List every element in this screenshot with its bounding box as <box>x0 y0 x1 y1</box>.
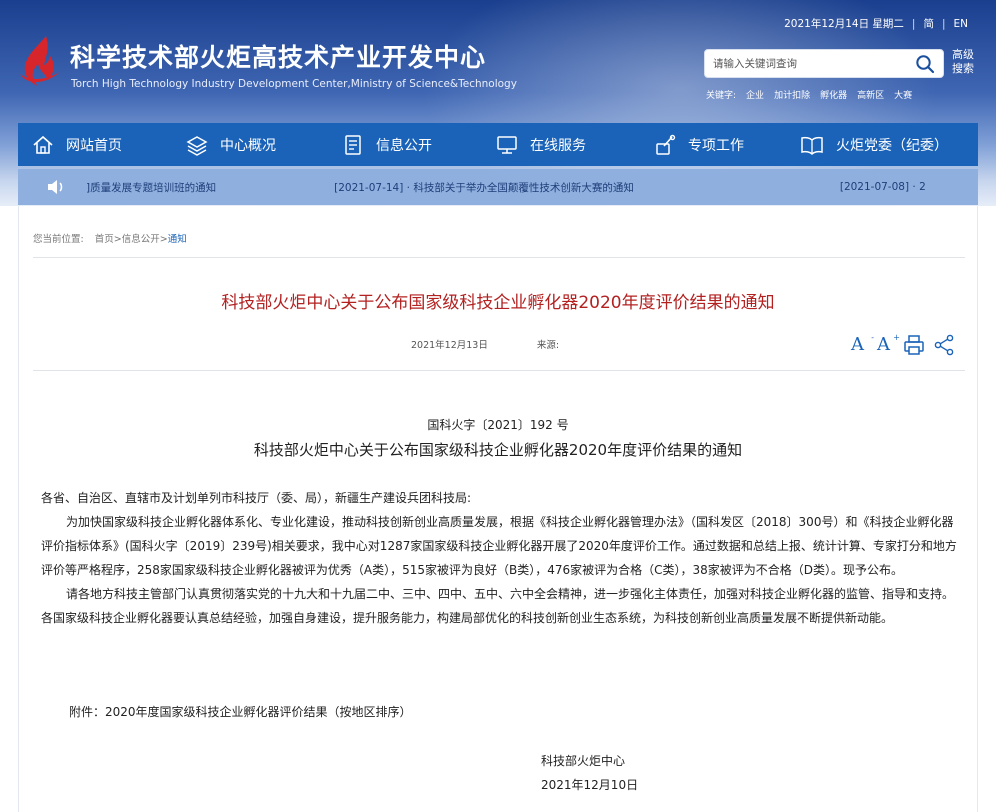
keywords-label: 关键字: <box>706 91 737 101</box>
font-decrease-glyph: A <box>851 334 864 355</box>
keyword-link[interactable]: 加计扣除 <box>774 88 810 101</box>
site-title[interactable]: 科学技术部火炬高技术产业开发中心 <box>70 38 486 74</box>
article-tools: A- A + <box>851 333 955 356</box>
advanced-search-link[interactable]: 高级搜索 <box>952 48 980 76</box>
search-box <box>704 49 944 78</box>
share-icon[interactable] <box>933 334 955 356</box>
tools-icon <box>656 134 676 155</box>
main-nav: 网站首页 中心概况 信息公开 在线服务 专项工作 火炬党委（纪委） <box>18 123 978 166</box>
breadcrumb-current[interactable]: 通知 <box>168 234 187 245</box>
nav-label: 在线服务 <box>530 137 586 154</box>
nav-item-home[interactable]: 网站首页 <box>32 123 122 166</box>
breadcrumb-section[interactable]: 信息公开 <box>122 234 160 245</box>
notice-item[interactable]: [2021-07-14] · 科技部关于举办全国颠覆性技术创新大赛的通知 <box>334 180 634 195</box>
nav-item-special-work[interactable]: 专项工作 <box>654 123 744 166</box>
font-decrease-sup: - <box>871 333 874 342</box>
breadcrumb-separator: > <box>159 234 168 245</box>
document-title: 科技部火炬中心关于公布国家级科技企业孵化器2020年度评价结果的通知 <box>253 441 743 459</box>
source-label: 来源: <box>536 340 560 351</box>
lang-english-link[interactable]: EN <box>954 18 969 30</box>
nav-label: 信息公开 <box>376 137 432 154</box>
lang-simplified-link[interactable]: 简 <box>923 16 934 31</box>
home-icon <box>33 135 53 154</box>
article-title: 科技部火炬中心关于公布国家级科技企业孵化器2020年度评价结果的通知 <box>221 293 775 313</box>
nav-label: 火炬党委（纪委） <box>836 137 948 154</box>
font-increase-glyph: A <box>877 334 890 355</box>
article-body: 各省、自治区、直辖市及计划单列市科技厅（委、局），新疆生产建设兵团科技局: 为加… <box>41 486 959 630</box>
notice-item[interactable]: [2021-07-08] · 2 <box>840 181 926 193</box>
print-icon[interactable] <box>903 334 925 356</box>
search-icon[interactable] <box>915 54 935 74</box>
notice-ticker: ]质量发展专题培训班的通知 [2021-07-14] · 科技部关于举办全国颠覆… <box>18 169 978 205</box>
torch-logo-icon[interactable] <box>16 34 64 90</box>
font-increase-button[interactable]: A + <box>877 333 900 356</box>
nav-label: 网站首页 <box>66 137 122 154</box>
notice-item[interactable]: ]质量发展专题培训班的通知 <box>86 180 216 195</box>
divider <box>33 257 965 258</box>
attachment-link[interactable]: 附件：2020年度国家级科技企业孵化器评价结果（按地区排序） <box>69 703 412 720</box>
document-icon <box>345 134 361 155</box>
keyword-list: 关键字: 企业 加计扣除 孵化器 高新区 大赛 <box>706 88 912 101</box>
keyword-link[interactable]: 企业 <box>746 88 764 101</box>
keyword-link[interactable]: 孵化器 <box>820 88 847 101</box>
divider: | <box>941 17 946 30</box>
signature-date: 2021年12月10日 <box>541 778 639 792</box>
publish-date: 2021年12月13日 <box>411 340 488 351</box>
breadcrumb: 您当前位置: 首页>信息公开>通知 <box>33 231 187 245</box>
current-date: 2021年12月14日 星期二 <box>784 18 904 30</box>
book-icon <box>801 136 823 155</box>
document-number: 国科火字〔2021〕192 号 <box>427 418 569 432</box>
paragraph: 为加快国家级科技企业孵化器体系化、专业化建设，推动科技创新创业高质量发展，根据《… <box>41 515 957 577</box>
nav-label: 专项工作 <box>688 137 744 154</box>
speaker-icon <box>48 180 63 194</box>
divider <box>33 370 965 371</box>
search-input[interactable] <box>713 57 909 70</box>
article-container: 您当前位置: 首页>信息公开>通知 科技部火炬中心关于公布国家级科技企业孵化器2… <box>18 206 978 812</box>
top-utility-bar: 2021年12月14日 星期二 | 简 | EN <box>784 16 968 31</box>
breadcrumb-separator: > <box>113 234 122 245</box>
salutation: 各省、自治区、直辖市及计划单列市科技厅（委、局），新疆生产建设兵团科技局: <box>41 491 472 505</box>
keyword-link[interactable]: 大赛 <box>894 88 912 101</box>
nav-item-overview[interactable]: 中心概况 <box>186 123 276 166</box>
site-subtitle: Torch High Technology Industry Developme… <box>71 78 517 90</box>
divider: | <box>911 17 916 30</box>
paragraph: 请各地方科技主管部门认真贯彻落实党的十九大和十九届二中、三中、四中、五中、六中全… <box>41 587 955 625</box>
layers-icon <box>186 135 208 156</box>
nav-item-online-service[interactable]: 在线服务 <box>496 123 586 166</box>
nav-item-info-disclosure[interactable]: 信息公开 <box>342 123 432 166</box>
nav-item-party-committee[interactable]: 火炬党委（纪委） <box>800 123 948 166</box>
signature: 科技部火炬中心 <box>541 754 626 768</box>
keyword-link[interactable]: 高新区 <box>857 88 884 101</box>
breadcrumb-home[interactable]: 首页 <box>95 234 114 245</box>
article-meta: 2021年12月13日 来源: <box>411 337 559 351</box>
font-increase-sup: + <box>893 333 900 342</box>
nav-label: 中心概况 <box>220 137 276 154</box>
font-decrease-button[interactable]: A- <box>851 333 874 356</box>
breadcrumb-prefix: 您当前位置: <box>33 234 84 245</box>
monitor-icon <box>497 135 517 154</box>
